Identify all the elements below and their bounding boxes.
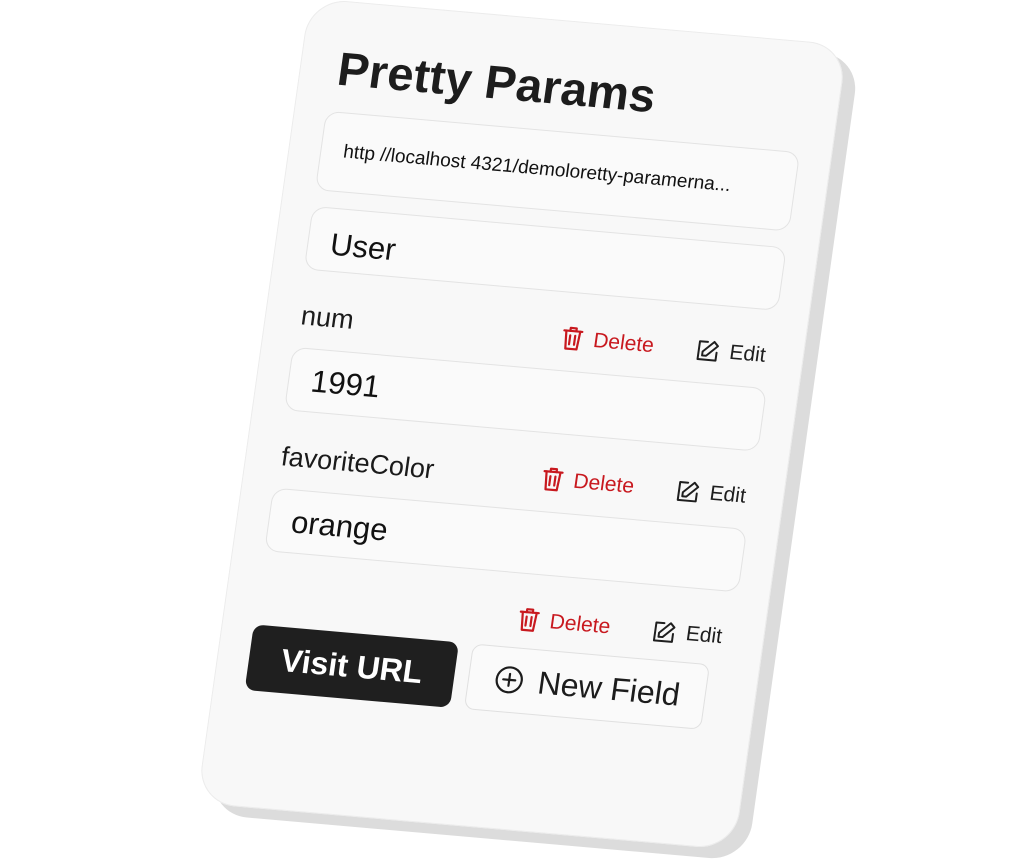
- param-label: num: [299, 299, 356, 335]
- new-field-button[interactable]: New Field: [463, 643, 711, 730]
- edit-label: Edit: [684, 622, 724, 649]
- delete-button[interactable]: Delete: [560, 325, 656, 359]
- delete-label: Delete: [571, 469, 636, 498]
- param-num: num Delete Edit 1991: [283, 295, 774, 452]
- param-label: favoriteColor: [279, 440, 437, 484]
- param-favorite-color: favoriteColor Delete Edit orange: [264, 436, 754, 593]
- pencil-square-icon: [676, 481, 700, 503]
- trash-icon: [563, 326, 584, 351]
- delete-label: Delete: [548, 610, 612, 639]
- pretty-params-card: Pretty Params http //localhost 4321/demo…: [196, 0, 848, 851]
- visit-url-button[interactable]: Visit URL: [244, 624, 460, 708]
- edit-label: Edit: [727, 340, 768, 367]
- pencil-square-icon: [652, 621, 676, 643]
- stage: Pretty Params http //localhost 4321/demo…: [0, 0, 1019, 868]
- edit-button[interactable]: Edit: [650, 619, 724, 649]
- edit-button[interactable]: Edit: [694, 338, 767, 368]
- edit-label: Edit: [708, 481, 748, 508]
- delete-button[interactable]: Delete: [516, 606, 612, 640]
- trash-icon: [543, 467, 564, 492]
- trash-icon: [519, 608, 540, 632]
- plus-circle-icon: [495, 666, 523, 694]
- delete-button[interactable]: Delete: [540, 466, 636, 500]
- pencil-square-icon: [696, 340, 719, 362]
- new-field-label: New Field: [535, 664, 683, 713]
- delete-label: Delete: [591, 328, 656, 358]
- edit-button[interactable]: Edit: [674, 479, 747, 509]
- card-wrapper: Pretty Params http //localhost 4321/demo…: [196, 0, 861, 862]
